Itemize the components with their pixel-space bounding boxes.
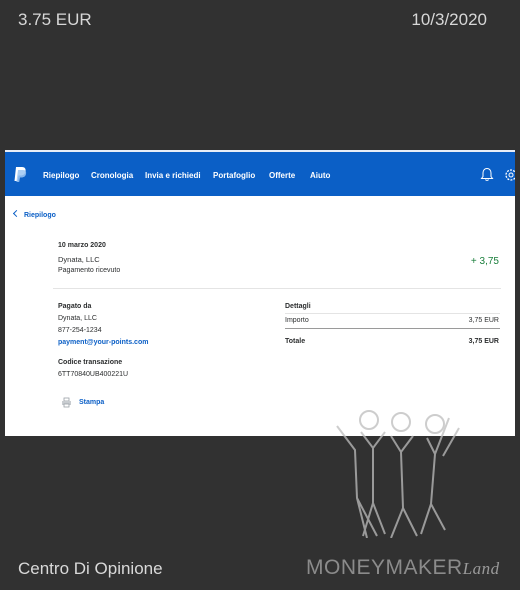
details-divider-top <box>285 313 500 314</box>
paid-by-email-link[interactable]: payment@your-points.com <box>58 339 148 346</box>
brand-name: MONEYMAKER <box>306 556 463 579</box>
nav-portafoglio[interactable]: Portafoglio <box>213 171 255 180</box>
source-label: Centro Di Opinione <box>18 559 163 578</box>
transaction-amount: + 3,75 <box>470 256 499 267</box>
details-title: Dettagli <box>285 303 311 310</box>
details-total-label: Totale <box>285 338 306 345</box>
transaction-code-value: 6TT70840UB400221U <box>58 371 129 378</box>
paypal-logo-icon[interactable] <box>13 166 27 183</box>
printer-icon[interactable] <box>61 397 72 408</box>
top-navigation-bar: Riepilogo Cronologia Invia e richiedi Po… <box>5 150 515 196</box>
transaction-status: Pagamento ricevuto <box>58 267 121 274</box>
back-link[interactable]: Riepilogo <box>12 209 56 219</box>
print-link[interactable]: Stampa <box>79 399 104 406</box>
section-divider <box>53 288 501 289</box>
header-date: 10/3/2020 <box>411 10 487 29</box>
details-total-value: 3,75 EUR <box>468 338 499 345</box>
nav-riepilogo[interactable]: Riepilogo <box>43 171 79 180</box>
brand-logo: MONEYMAKERLand <box>306 556 500 580</box>
brand-suffix: Land <box>462 559 500 578</box>
transaction-code-title: Codice transazione <box>58 359 123 366</box>
nav-offerte[interactable]: Offerte <box>269 171 295 180</box>
details-amount-label: Importo <box>285 317 309 324</box>
details-amount-value: 3,75 EUR <box>468 317 499 324</box>
back-link-label: Riepilogo <box>24 212 56 219</box>
nav-cronologia[interactable]: Cronologia <box>91 171 133 180</box>
details-divider <box>285 328 500 329</box>
gear-icon[interactable] <box>503 167 515 183</box>
bell-icon[interactable] <box>480 167 494 182</box>
nav-aiuto[interactable]: Aiuto <box>310 171 330 180</box>
header-amount: 3.75 EUR <box>18 10 92 29</box>
paid-by-title: Pagato da <box>58 303 92 310</box>
money-maker-figures-logo-icon <box>336 410 460 538</box>
paid-by-name: Dynata, LLC <box>58 315 97 322</box>
transaction-date: 10 marzo 2020 <box>58 242 106 249</box>
chevron-left-icon <box>12 209 21 218</box>
nav-invia-e-richiedi[interactable]: Invia e richiedi <box>145 171 201 180</box>
paypal-screenshot: Riepilogo Cronologia Invia e richiedi Po… <box>5 150 515 436</box>
transaction-name: Dynata, LLC <box>58 255 100 264</box>
paid-by-phone: 877-254-1234 <box>58 327 102 334</box>
